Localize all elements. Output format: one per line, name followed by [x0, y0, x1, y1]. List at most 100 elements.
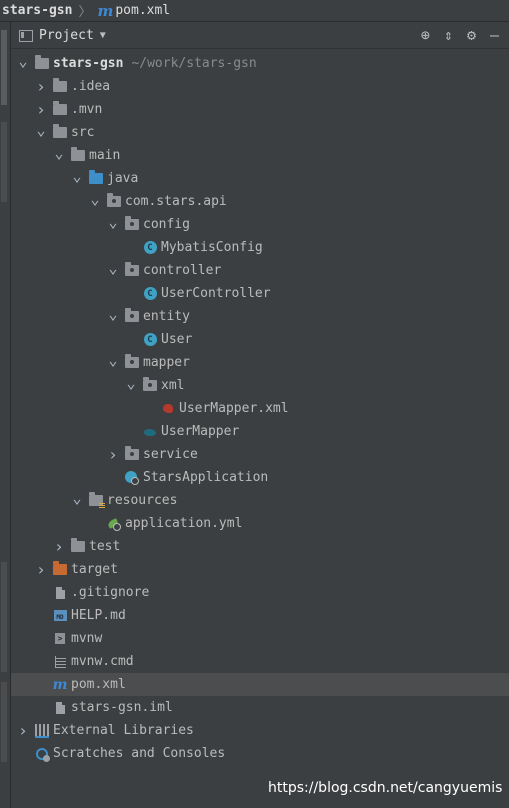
project-tool-tab[interactable] — [1, 30, 7, 105]
chevron-down-icon[interactable]: ⌄ — [53, 144, 65, 162]
tree-item-mapper[interactable]: ⌄ mapper — [11, 351, 509, 374]
tree-item-idea[interactable]: › .idea — [11, 75, 509, 98]
chevron-down-icon[interactable]: ⌄ — [107, 213, 119, 231]
source-folder-icon — [88, 170, 104, 186]
chevron-right-icon[interactable]: › — [35, 100, 47, 119]
tree-item-label: StarsApplication — [143, 470, 268, 485]
tree-item-text: entity — [143, 309, 190, 324]
folder-icon — [52, 124, 68, 140]
chevron-right-icon[interactable]: › — [35, 560, 47, 579]
tree-item-text: test — [89, 539, 121, 554]
tree-item-root[interactable]: ⌄ stars-gsn ~/work/stars-gsn — [11, 52, 509, 75]
watermark: https://blog.csdn.net/cangyuemis — [268, 780, 503, 796]
tree-item-label: pom.xml — [71, 677, 126, 692]
chevron-down-icon[interactable]: ⌄ — [17, 52, 29, 70]
tree-item-mybatisconfig[interactable]: C MybatisConfig — [11, 236, 509, 259]
tree-item-usermapperxml[interactable]: UserMapper.xml — [11, 397, 509, 420]
chevron-down-icon[interactable]: ⌄ — [107, 351, 119, 369]
chevron-right-icon[interactable]: › — [53, 537, 65, 556]
tree-item-src[interactable]: ⌄ src — [11, 121, 509, 144]
tree-item-text: pom.xml — [71, 677, 126, 692]
chevron-right-icon[interactable]: › — [17, 721, 29, 740]
tree-item-text: HELP.md — [71, 608, 126, 623]
tree-item-usercontroller[interactable]: C UserController — [11, 282, 509, 305]
chevron-right-icon[interactable]: › — [107, 445, 119, 464]
tree-item-text: target — [71, 562, 118, 577]
tree-item-iml[interactable]: stars-gsn.iml — [11, 696, 509, 719]
structure-tool-tab[interactable] — [1, 122, 7, 202]
locate-icon[interactable]: ⊕ — [421, 28, 430, 43]
tree-item-gitignore[interactable]: .gitignore — [11, 581, 509, 604]
web-tool-tab[interactable] — [1, 682, 7, 762]
left-tool-strip — [0, 22, 11, 808]
tree-item-service[interactable]: › service — [11, 443, 509, 466]
gear-icon[interactable]: ⚙ — [467, 28, 476, 43]
mybatis-xml-icon — [160, 402, 176, 416]
tree-item-xml[interactable]: ⌄ xml — [11, 374, 509, 397]
project-tree: ⌄ stars-gsn ~/work/stars-gsn › .idea › .mvn ⌄ sr… — [11, 52, 509, 765]
package-icon — [124, 308, 140, 324]
tree-item-mvnw[interactable]: > mvnw — [11, 627, 509, 650]
tree-item-label: mvnw.cmd — [71, 654, 134, 669]
tree-item-mvn[interactable]: › .mvn — [11, 98, 509, 121]
chevron-down-icon[interactable]: ⌄ — [107, 305, 119, 323]
collapse-all-icon[interactable]: ⇕ — [444, 28, 453, 43]
chevron-right-icon[interactable]: › — [35, 77, 47, 96]
breadcrumb: stars-gsn 〉 m pom.xml — [0, 0, 509, 22]
tree-item-test[interactable]: › test — [11, 535, 509, 558]
markdown-icon: MD — [52, 609, 68, 623]
chevron-down-icon[interactable]: ⌄ — [71, 489, 83, 507]
chevron-down-icon[interactable]: ⌄ — [89, 190, 101, 208]
tree-item-usermapper[interactable]: UserMapper — [11, 420, 509, 443]
project-window-icon — [19, 29, 33, 42]
tree-item-config[interactable]: ⌄ config — [11, 213, 509, 236]
tree-item-label: target — [71, 562, 118, 577]
tree-item-label: mapper — [143, 355, 190, 370]
tree-item-text: stars-gsn — [53, 56, 124, 71]
tree-item-label: stars-gsn.iml — [71, 700, 173, 715]
tree-item-text: stars-gsn.iml — [71, 700, 173, 715]
tree-item-user[interactable]: C User — [11, 328, 509, 351]
text-file-icon — [52, 655, 68, 669]
tree-item-text: UserMapper.xml — [179, 401, 289, 416]
favorites-tool-tab[interactable] — [1, 562, 7, 672]
tree-item-starsapp[interactable]: StarsApplication — [11, 466, 509, 489]
tree-item-extlibs[interactable]: › External Libraries — [11, 719, 509, 742]
package-icon — [124, 262, 140, 278]
tree-item-label: com.stars.api — [125, 194, 227, 209]
file-icon — [52, 701, 68, 715]
tree-item-text: Scratches and Consoles — [53, 746, 226, 761]
tree-item-text: application.yml — [125, 516, 243, 531]
tree-item-label: entity — [143, 309, 190, 324]
tree-item-text: .gitignore — [71, 585, 150, 600]
breadcrumb-project[interactable]: stars-gsn — [2, 3, 72, 18]
chevron-down-icon[interactable]: ⌄ — [107, 259, 119, 277]
folder-icon — [52, 101, 68, 117]
tree-item-text: mapper — [143, 355, 190, 370]
tree-item-pkg[interactable]: ⌄ com.stars.api — [11, 190, 509, 213]
tree-item-text: External Libraries — [53, 723, 194, 738]
tree-item-entity[interactable]: ⌄ entity — [11, 305, 509, 328]
chevron-down-icon[interactable]: ⌄ — [35, 121, 47, 139]
breadcrumb-file[interactable]: m pom.xml — [97, 2, 170, 20]
tree-item-appyml[interactable]: application.yml — [11, 512, 509, 535]
tree-item-target[interactable]: › target — [11, 558, 509, 581]
tree-item-java[interactable]: ⌄ java — [11, 167, 509, 190]
tree-item-resources[interactable]: ⌄ resources — [11, 489, 509, 512]
tree-item-helpmd[interactable]: MD HELP.md — [11, 604, 509, 627]
tree-item-scratches[interactable]: Scratches and Consoles — [11, 742, 509, 765]
tree-item-pomxml[interactable]: m pom.xml — [11, 673, 509, 696]
chevron-down-icon[interactable]: ⌄ — [125, 374, 137, 392]
tree-item-controller[interactable]: ⌄ controller — [11, 259, 509, 282]
chevron-down-icon[interactable]: ▼ — [100, 30, 106, 41]
tree-item-mvnwcmd[interactable]: mvnw.cmd — [11, 650, 509, 673]
package-icon — [106, 193, 122, 209]
tree-item-main[interactable]: ⌄ main — [11, 144, 509, 167]
hide-icon[interactable]: — — [490, 28, 499, 43]
tree-item-label: xml — [161, 378, 184, 393]
chevron-down-icon[interactable]: ⌄ — [71, 167, 83, 185]
shell-script-icon: > — [52, 632, 68, 646]
tree-item-label: UserMapper — [161, 424, 239, 439]
panel-title[interactable]: Project — [39, 28, 94, 43]
maven-icon: m — [52, 676, 68, 693]
